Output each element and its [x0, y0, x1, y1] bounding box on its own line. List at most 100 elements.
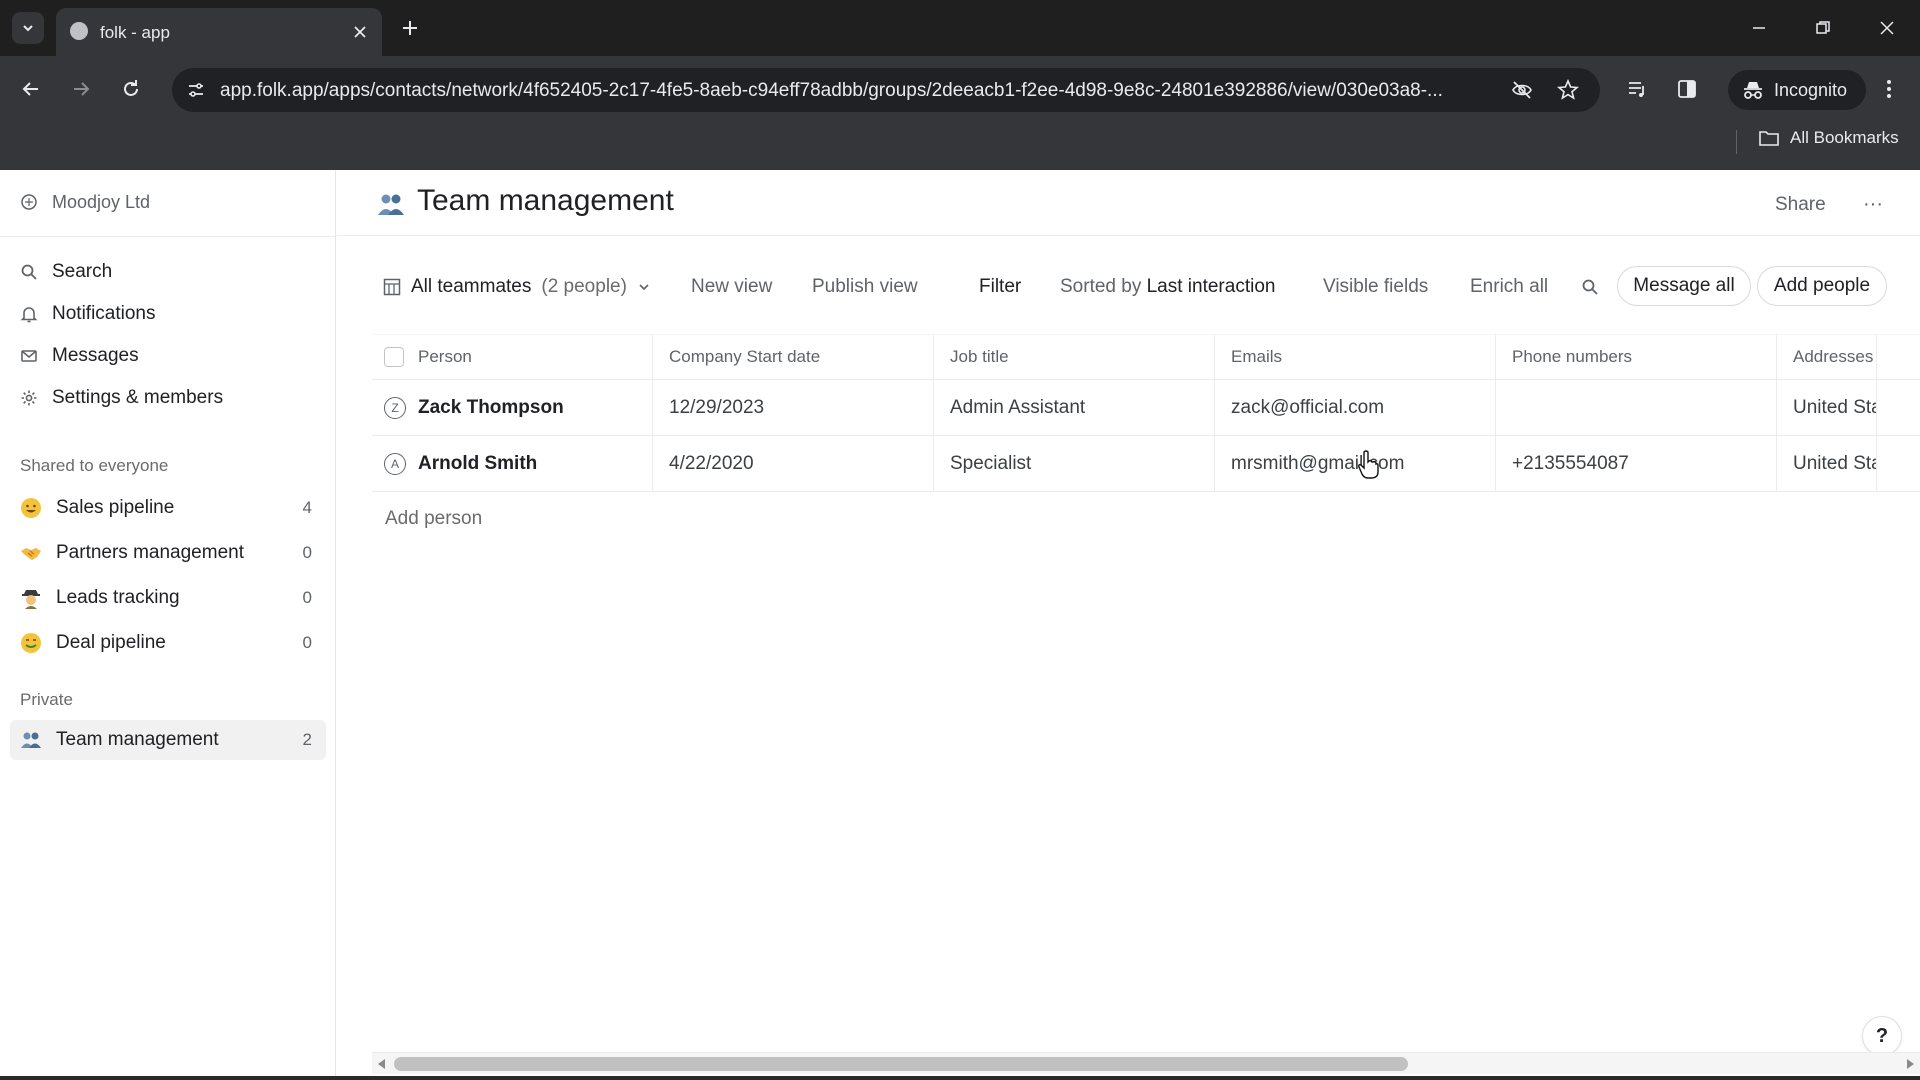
column-label: Person	[418, 347, 472, 366]
people-icon	[20, 729, 42, 751]
sidebar-item-partners-management[interactable]: Partners management 0	[10, 533, 326, 573]
close-window-icon[interactable]	[1872, 14, 1902, 42]
workspace-name: Moodjoy Ltd	[52, 191, 151, 212]
view-name: All teammates	[411, 276, 532, 297]
column-header-addresses[interactable]: Addresses	[1777, 335, 1877, 379]
table-header-row: Person Company Start date Job title Emai…	[372, 334, 1920, 380]
reload-icon[interactable]	[114, 72, 148, 106]
eye-slash-icon[interactable]	[1510, 78, 1534, 102]
sidebar-item-search[interactable]: Search	[20, 256, 112, 288]
browser-toolbar: app.folk.app/apps/contacts/network/4f652…	[0, 56, 1920, 176]
side-panel-icon[interactable]	[1670, 72, 1704, 106]
table-row[interactable]: Z Zack Thompson 12/29/2023 Admin Assista…	[372, 380, 1920, 436]
email-cell[interactable]: zack@official.com	[1215, 380, 1496, 435]
forward-arrow-icon[interactable]	[64, 72, 98, 106]
sort-button[interactable]: Sorted by Last interaction	[1060, 276, 1275, 298]
gear-icon	[21, 390, 37, 406]
minimize-icon[interactable]	[1744, 14, 1774, 42]
chevron-down-icon	[639, 284, 649, 291]
group-count: 0	[302, 633, 312, 652]
job-title-cell[interactable]: Specialist	[934, 436, 1215, 491]
email-cell[interactable]: mrsmith@gmail.com	[1215, 436, 1496, 491]
bookmark-star-icon[interactable]	[1556, 78, 1580, 102]
restore-icon[interactable]	[1808, 14, 1838, 42]
workspace-switcher[interactable]: Moodjoy Ltd	[20, 186, 150, 218]
browser-tab[interactable]: folk - app	[56, 8, 382, 56]
incognito-label: Incognito	[1774, 79, 1848, 100]
add-person-button[interactable]: Add person	[385, 508, 482, 530]
new-tab-plus-icon[interactable]	[396, 14, 424, 42]
address-cell[interactable]: United States	[1777, 436, 1877, 491]
folk-favicon-icon	[70, 22, 88, 40]
browser-tab-strip: folk - app	[0, 0, 1920, 56]
sidebar-item-messages[interactable]: Messages	[20, 340, 139, 372]
share-button[interactable]: Share	[1775, 194, 1826, 216]
tab-search-button[interactable]	[12, 12, 44, 44]
table-row[interactable]: A Arnold Smith 4/22/2020 Specialist mrsm…	[372, 436, 1920, 492]
people-icon	[377, 192, 405, 216]
person-name: Zack Thompson	[418, 396, 564, 418]
page-title: Team management	[417, 184, 674, 217]
tab-title: folk - app	[100, 23, 170, 42]
sidebar-item-leads-tracking[interactable]: Leads tracking 0	[10, 578, 326, 618]
detective-emoji-icon	[20, 587, 42, 609]
sidebar-item-label: Leads tracking	[56, 587, 180, 608]
sidebar-item-deal-pipeline[interactable]: Deal pipeline 0	[10, 623, 326, 663]
media-controls-icon[interactable]	[1620, 72, 1654, 106]
sidebar-item-sales-pipeline[interactable]: Sales pipeline 4	[10, 488, 326, 528]
person-cell[interactable]: A Arnold Smith	[372, 436, 653, 491]
visible-fields-button[interactable]: Visible fields	[1323, 276, 1428, 298]
sidebar: Moodjoy Ltd Search Notifications Message…	[0, 170, 336, 1080]
add-people-button[interactable]: Add people	[1757, 266, 1887, 306]
site-settings-icon[interactable]	[184, 78, 208, 102]
job-title-cell[interactable]: Admin Assistant	[934, 380, 1215, 435]
scroll-left-arrow-icon[interactable]	[376, 1058, 388, 1070]
sidebar-item-label: Messages	[52, 345, 139, 366]
phone-cell[interactable]: +2135554087	[1496, 436, 1777, 491]
tab-close-icon[interactable]	[350, 22, 370, 42]
all-bookmarks-button[interactable]: All Bookmarks	[1758, 128, 1899, 148]
column-header-emails[interactable]: Emails	[1215, 335, 1496, 379]
column-label: Job title	[950, 347, 1009, 366]
view-count: (2 people)	[541, 276, 627, 297]
private-section-heading: Private	[20, 690, 73, 709]
kebab-menu-icon[interactable]	[1872, 72, 1906, 106]
help-button[interactable]: ?	[1862, 1016, 1902, 1056]
sidebar-item-notifications[interactable]: Notifications	[20, 298, 156, 330]
message-all-button[interactable]: Message all	[1617, 266, 1751, 306]
view-selector[interactable]: All teammates (2 people)	[383, 276, 651, 298]
person-cell[interactable]: Z Zack Thompson	[372, 380, 653, 435]
incognito-badge[interactable]: Incognito	[1728, 70, 1866, 110]
select-all-checkbox[interactable]	[384, 347, 404, 367]
column-header-start-date[interactable]: Company Start date	[653, 335, 934, 379]
sort-prefix: Sorted by	[1060, 276, 1142, 297]
table-search-icon[interactable]	[1581, 278, 1599, 296]
address-cell[interactable]: United States	[1777, 380, 1877, 435]
column-label: Phone numbers	[1512, 347, 1633, 366]
scrollbar-thumb[interactable]	[394, 1057, 1408, 1071]
sidebar-item-settings[interactable]: Settings & members	[20, 382, 223, 414]
address-bar[interactable]: app.folk.app/apps/contacts/network/4f652…	[172, 68, 1600, 112]
handshake-emoji-icon	[20, 542, 42, 564]
column-header-job-title[interactable]: Job title	[934, 335, 1215, 379]
column-header-phone[interactable]: Phone numbers	[1496, 335, 1777, 379]
more-options-icon[interactable]: ···	[1861, 192, 1885, 216]
new-view-button[interactable]: New view	[691, 276, 772, 298]
back-arrow-icon[interactable]	[14, 72, 48, 106]
publish-view-button[interactable]: Publish view	[812, 276, 918, 298]
start-date-cell[interactable]: 12/29/2023	[653, 380, 934, 435]
search-icon	[21, 264, 37, 280]
money-mouth-emoji-icon	[20, 632, 42, 654]
scroll-right-arrow-icon[interactable]	[1904, 1058, 1916, 1070]
sidebar-item-label: Settings & members	[52, 387, 224, 408]
window-bottom-edge	[0, 1076, 1920, 1080]
group-count: 2	[302, 730, 312, 749]
filter-button[interactable]: Filter	[979, 276, 1021, 298]
phone-cell[interactable]	[1496, 380, 1777, 435]
horizontal-scrollbar[interactable]	[372, 1052, 1920, 1074]
enrich-all-button[interactable]: Enrich all	[1470, 276, 1548, 298]
column-header-person[interactable]: Person	[372, 335, 653, 379]
group-count: 0	[302, 543, 312, 562]
start-date-cell[interactable]: 4/22/2020	[653, 436, 934, 491]
sidebar-item-team-management[interactable]: Team management 2	[10, 720, 326, 760]
